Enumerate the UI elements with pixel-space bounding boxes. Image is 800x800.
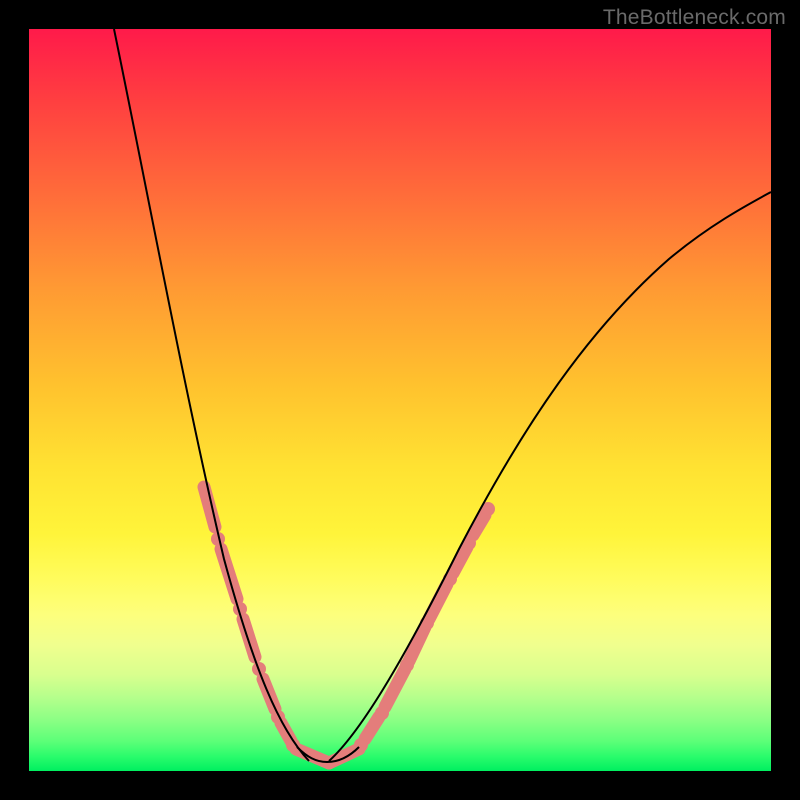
hl-seg: [365, 717, 379, 739]
hl-seg: [385, 669, 405, 707]
highlight-group: [204, 487, 495, 763]
plot-area: [29, 29, 771, 771]
hl-dot: [400, 658, 414, 672]
curve-layer: [29, 29, 771, 771]
left-curve: [114, 29, 309, 761]
hl-dot: [375, 706, 389, 720]
watermark-text: TheBottleneck.com: [603, 6, 786, 30]
hl-seg: [243, 619, 255, 657]
hl-dot: [443, 572, 457, 586]
hl-dot: [420, 616, 434, 630]
hl-seg: [453, 547, 467, 573]
hl-seg: [281, 723, 291, 741]
chart-frame: TheBottleneck.com: [0, 0, 800, 800]
